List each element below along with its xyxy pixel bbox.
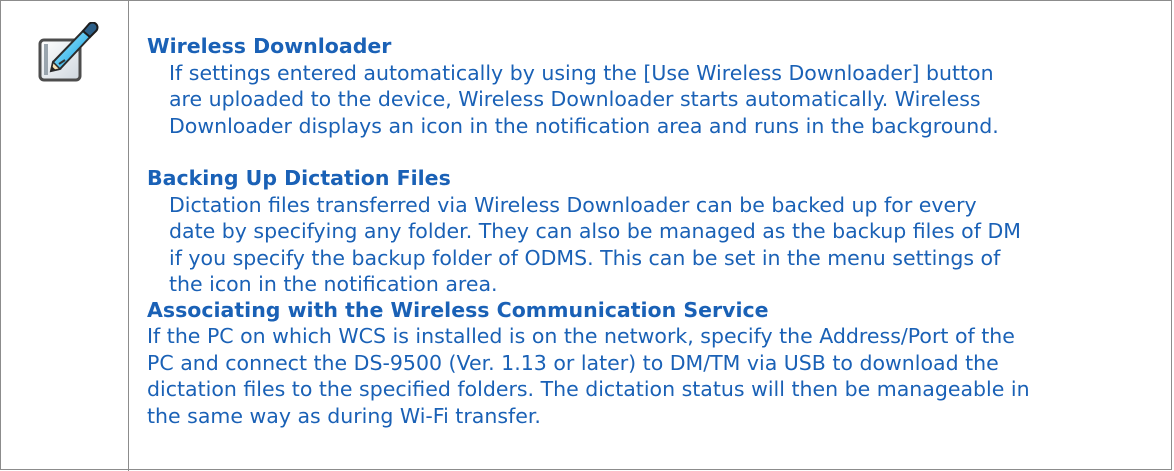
section-title-wireless-communication-service: Associating with the Wireless Communicat… (147, 298, 769, 322)
section-title-wireless-downloader: Wireless Downloader (147, 34, 392, 58)
note-icon-cell (1, 1, 129, 471)
wcs-line-4: the same way as during Wi-Fi transfer. (147, 404, 541, 428)
wcs-line-2: PC and connect the DS-9500 (Ver. 1.13 or… (147, 351, 999, 375)
wireless-downloader-line-2: are uploaded to the device, Wireless Dow… (169, 87, 981, 111)
backing-up-line-3: if you specify the backup folder of ODMS… (169, 246, 1001, 270)
backing-up-line-1: Dictation files transferred via Wireless… (169, 193, 977, 217)
wireless-downloader-line-1: If settings entered automatically by usi… (169, 61, 994, 85)
note-pencil-icon (38, 22, 99, 82)
section-title-backing-up-dictation-files: Backing Up Dictation Files (147, 166, 451, 190)
backing-up-line-2: date by specifying any folder. They can … (169, 219, 1021, 243)
wcs-line-3: dictation files to the specified folders… (147, 377, 1030, 401)
backing-up-line-4: the icon in the notification area. (169, 272, 498, 296)
wcs-line-1: If the PC on which WCS is installed is o… (147, 324, 1015, 348)
wireless-downloader-line-3: Downloader displays an icon in the notif… (169, 114, 999, 138)
note-box: Wireless Downloader If settings entered … (0, 0, 1172, 471)
